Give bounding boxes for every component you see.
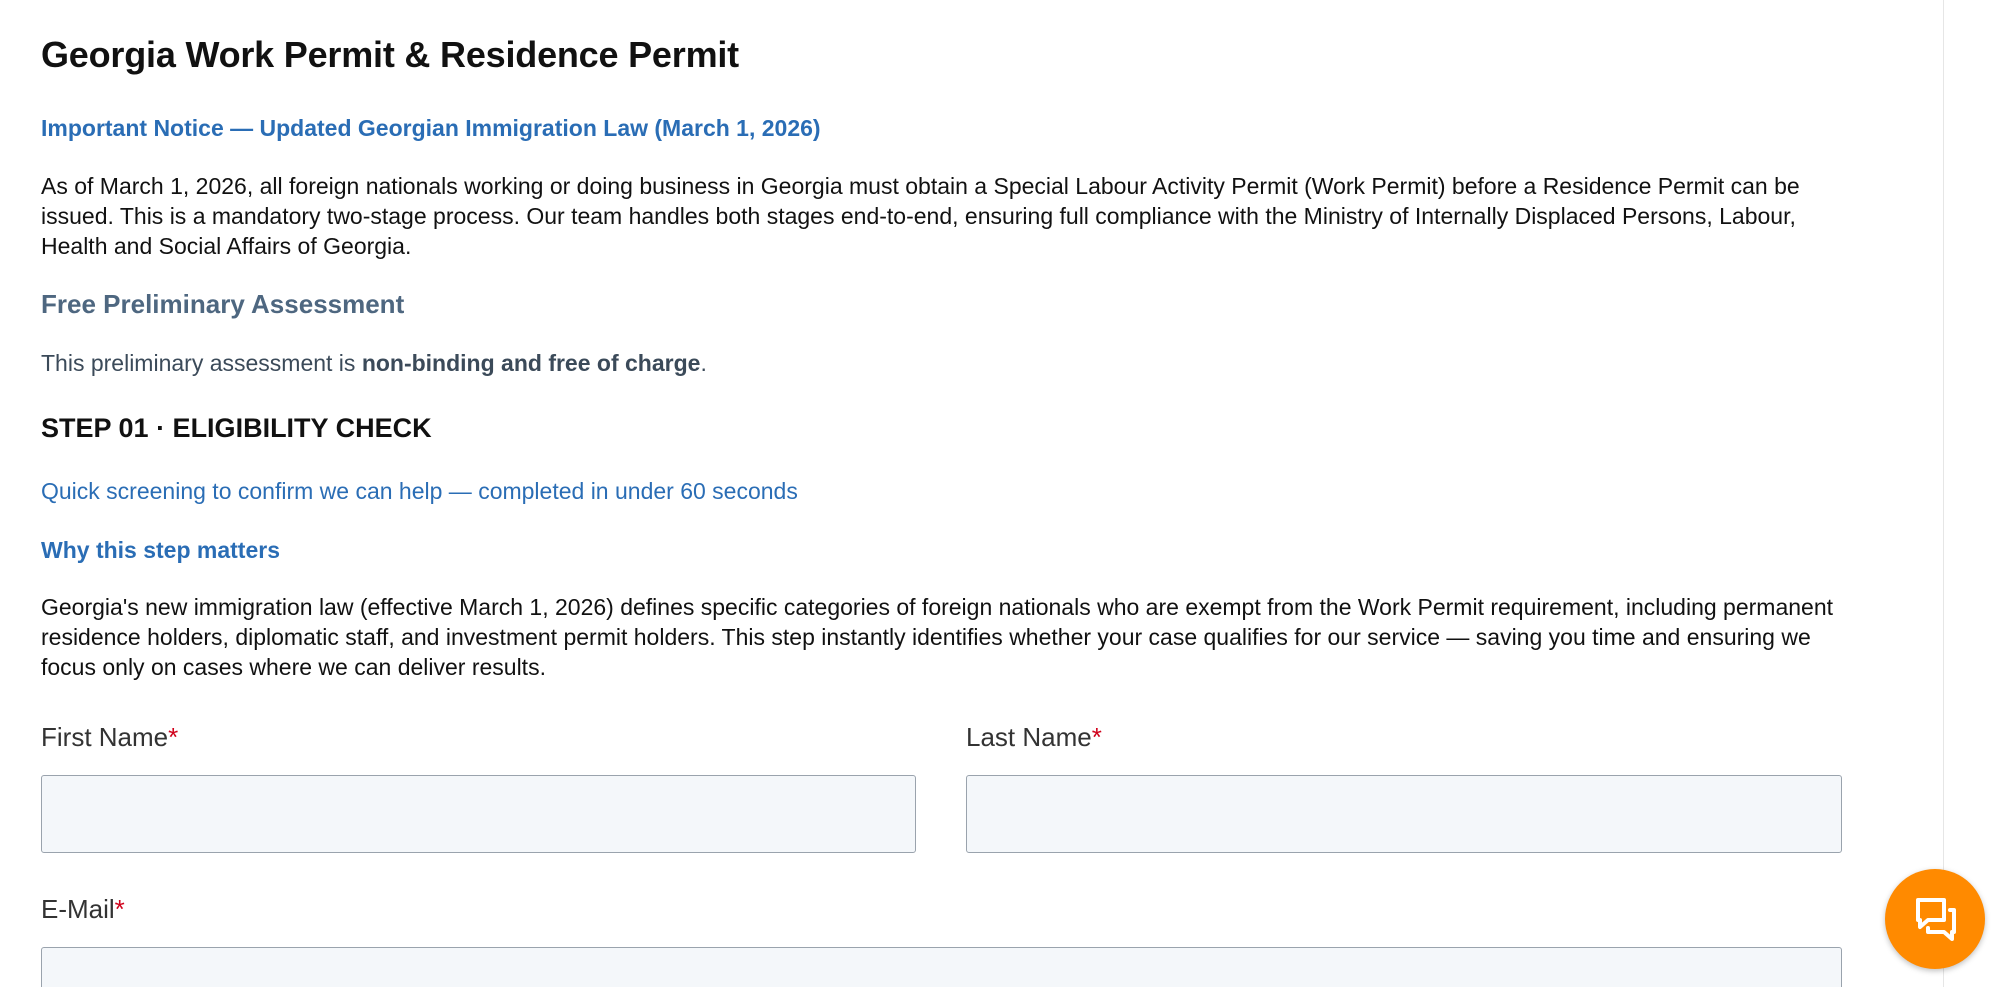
- chat-bubbles-icon: [1916, 898, 1956, 941]
- page-title: Georgia Work Permit & Residence Permit: [41, 34, 739, 75]
- scrollbar-track[interactable]: [1943, 0, 1999, 987]
- assessment-body-bold: non-binding and free of charge: [361, 350, 701, 376]
- why-step-matters-title: Why this step matters: [41, 537, 280, 563]
- email-input[interactable]: [41, 947, 1842, 987]
- page: Georgia Work Permit & Residence Permit I…: [0, 0, 1999, 987]
- step-subtitle: Quick screening to confirm we can help —…: [41, 478, 798, 504]
- assessment-body: This preliminary assessment is non-bindi…: [41, 350, 707, 377]
- email-label-text: E-Mail: [41, 894, 115, 924]
- why-step-matters-body: Georgia's new immigration law (effective…: [41, 594, 1834, 680]
- assessment-body-prefix: This preliminary assessment is: [41, 350, 362, 376]
- email-label: E-Mail*: [41, 894, 125, 925]
- first-name-label: First Name*: [41, 722, 178, 753]
- notice-title: Important Notice — Updated Georgian Immi…: [41, 115, 821, 141]
- first-name-input[interactable]: [41, 775, 916, 853]
- last-name-label: Last Name*: [966, 722, 1102, 753]
- first-name-label-text: First Name: [41, 722, 169, 752]
- assessment-body-suffix: .: [700, 350, 707, 376]
- required-asterisk: *: [1091, 722, 1102, 752]
- step-title: STEP 01 · ELIGIBILITY CHECK: [41, 413, 432, 443]
- last-name-input[interactable]: [966, 775, 1842, 853]
- required-asterisk: *: [114, 894, 125, 924]
- chat-button[interactable]: [1885, 869, 1985, 969]
- last-name-label-text: Last Name: [966, 722, 1092, 752]
- assessment-title: Free Preliminary Assessment: [41, 289, 405, 319]
- required-asterisk: *: [168, 722, 179, 752]
- notice-body: As of March 1, 2026, all foreign nationa…: [41, 173, 1800, 259]
